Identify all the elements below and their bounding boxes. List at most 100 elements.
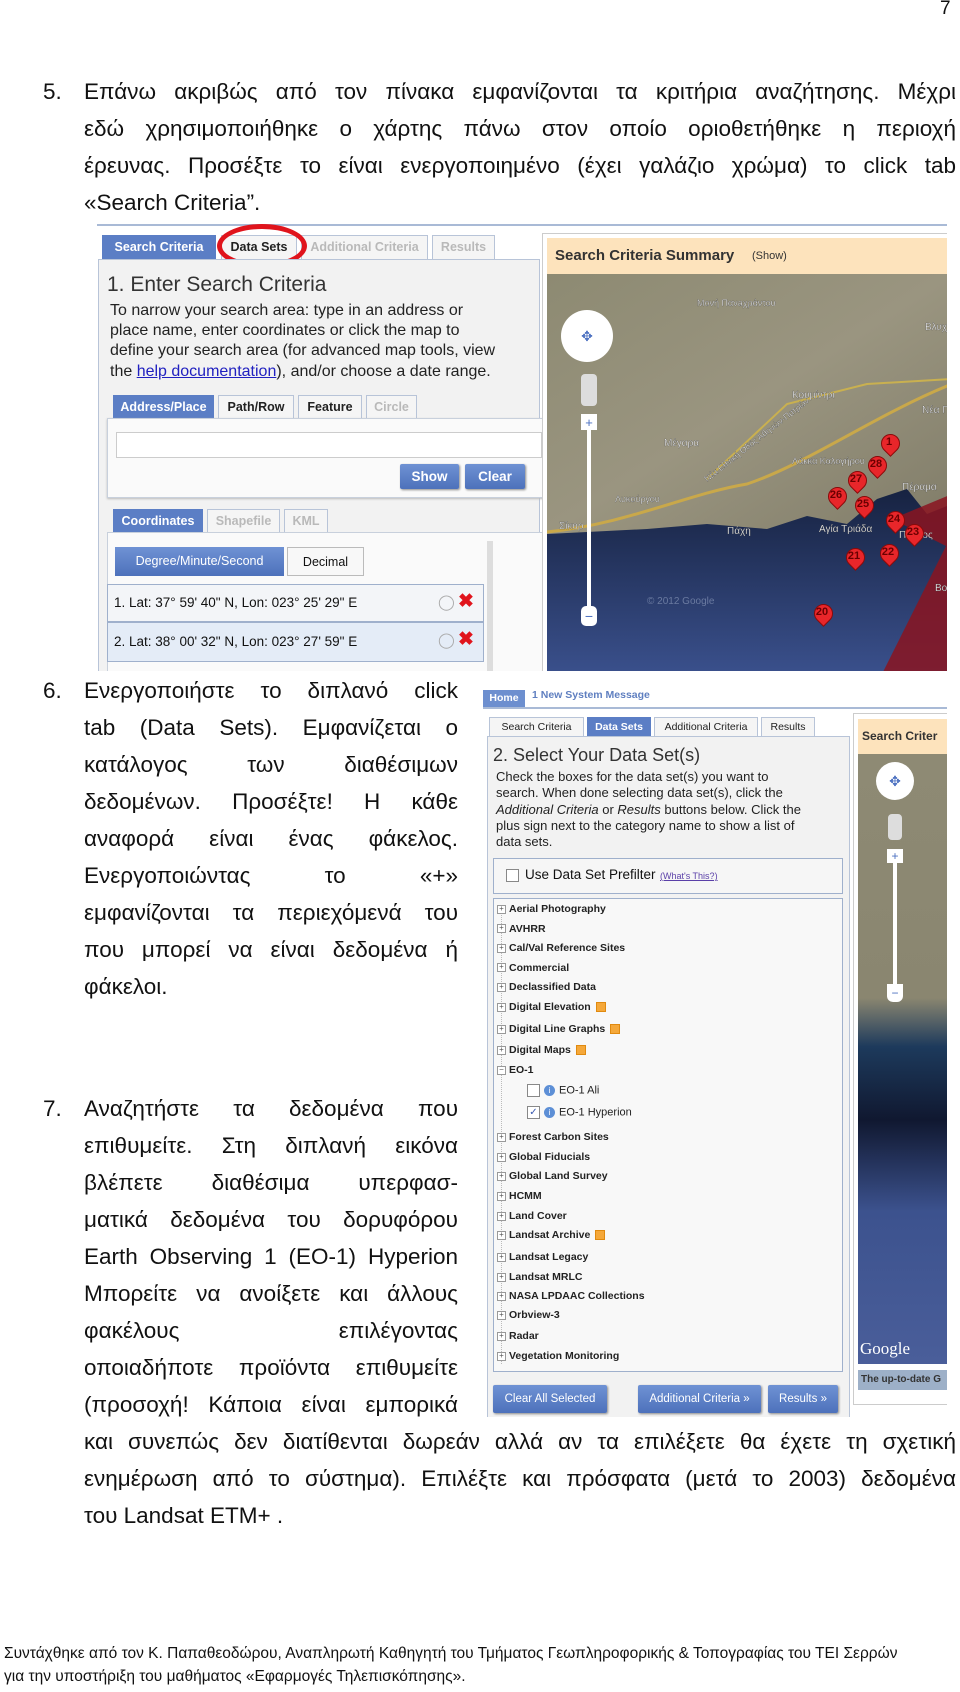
expand-icon[interactable]: +	[497, 1291, 506, 1301]
tree-category[interactable]: + HCMM	[497, 1190, 542, 1202]
tab-data-sets[interactable]: Data Sets	[587, 717, 651, 737]
tree-category[interactable]: + Declassified Data	[497, 981, 596, 993]
tab-coordinates[interactable]: Coordinates	[113, 509, 203, 533]
expand-icon[interactable]: +	[497, 963, 506, 973]
address-input[interactable]	[116, 432, 542, 458]
expand-icon[interactable]: +	[497, 1132, 506, 1142]
tree-category[interactable]: + Global Land Survey	[497, 1170, 608, 1182]
expand-icon[interactable]: +	[497, 1045, 506, 1055]
pegman-icon[interactable]	[888, 814, 902, 840]
panel-heading: 1. Enter Search Criteria	[107, 273, 327, 296]
minus-glyph: −	[585, 608, 593, 624]
satellite-map[interactable]: ✥ + − Google	[858, 754, 947, 1364]
results-button[interactable]: Results »	[768, 1385, 838, 1413]
tab-additional-criteria[interactable]: Additional Criteria	[301, 235, 428, 260]
map-marker-label: 22	[881, 546, 895, 558]
tab-search-criteria[interactable]: Search Criteria	[102, 235, 216, 260]
text-line: Επάνω ακριβώς από τον πίνακα εμφανίζοντα…	[84, 79, 956, 104]
dataset-checkbox[interactable]	[527, 1084, 540, 1097]
prefilter-checkbox[interactable]	[506, 869, 519, 882]
subtab-path-row[interactable]: Path/Row	[218, 395, 294, 419]
expand-icon[interactable]: +	[497, 1252, 506, 1262]
tab-additional-criteria[interactable]: Additional Criteria	[654, 717, 758, 737]
decimal-button[interactable]: Decimal	[287, 547, 364, 576]
map-panel: Search Criteria Summary (Show) ✥ + − Μον…	[542, 233, 947, 671]
expand-icon[interactable]: +	[497, 904, 506, 914]
tree-category[interactable]: + Digital Elevation	[497, 1001, 606, 1013]
pegman-icon[interactable]	[581, 374, 597, 406]
text-line: (προσοχή! Κάποια είναι εμπορικά	[84, 1392, 458, 1417]
expand-icon[interactable]: +	[497, 1191, 506, 1201]
expand-icon[interactable]: +	[497, 1024, 506, 1034]
expand-icon[interactable]: +	[497, 1272, 506, 1282]
subtab-circle[interactable]: Circle	[366, 395, 417, 419]
expand-icon[interactable]: +	[497, 1351, 506, 1361]
help-documentation-link[interactable]: help documentation	[137, 363, 277, 380]
info-icon[interactable]: i	[544, 1085, 555, 1096]
show-button[interactable]: Show	[400, 464, 459, 489]
collapse-icon[interactable]: −	[497, 1065, 506, 1075]
expand-icon[interactable]: +	[497, 1211, 506, 1221]
tree-category[interactable]: + Landsat Legacy	[497, 1251, 588, 1263]
tree-category[interactable]: + Cal/Val Reference Sites	[497, 942, 625, 954]
zoom-slider[interactable]	[587, 424, 591, 614]
map-label-pachi: Πάχη	[727, 525, 751, 537]
whats-this-link[interactable]: (What's This?)	[660, 871, 718, 881]
zoom-slider[interactable]	[893, 854, 897, 994]
expand-icon[interactable]: +	[497, 982, 506, 992]
eraser-icon[interactable]: ◯	[438, 631, 455, 649]
tab-results[interactable]: Results	[761, 717, 815, 737]
scrollbar[interactable]	[487, 541, 493, 671]
tree-category[interactable]: + NASA LPDAAC Collections	[497, 1290, 645, 1302]
satellite-map[interactable]: ✥ + − Μονή Πανaχράντου Κουμίντρι Μέγαρα …	[547, 274, 947, 671]
text-line: Ενεργοποιήστε το διπλανό click	[84, 678, 458, 703]
tree-category-eo1[interactable]: − EO-1	[497, 1064, 534, 1076]
summary-show-link[interactable]: (Show)	[752, 250, 787, 262]
tree-category[interactable]: + Vegetation Monitoring	[497, 1350, 619, 1362]
expand-icon[interactable]: +	[497, 1331, 506, 1341]
tree-category[interactable]: + Landsat MRLC	[497, 1271, 583, 1283]
tree-category[interactable]: + Digital Maps	[497, 1044, 586, 1056]
delete-icon[interactable]: ✖	[458, 590, 474, 613]
expand-icon[interactable]: +	[497, 1002, 506, 1012]
dataset-item[interactable]: ✓ i EO-1 Hyperion	[527, 1106, 632, 1119]
expand-icon[interactable]: +	[497, 924, 506, 934]
eraser-icon[interactable]: ◯	[438, 593, 455, 611]
tree-category[interactable]: + Global Fiducials	[497, 1151, 590, 1163]
tree-category[interactable]: + Aerial Photography	[497, 903, 606, 915]
tab-search-criteria[interactable]: Search Criteria	[489, 717, 584, 737]
tree-category[interactable]: + AVHRR	[497, 923, 546, 935]
tree-category[interactable]: + Land Cover	[497, 1210, 567, 1222]
tab-shapefile[interactable]: Shapefile	[207, 509, 280, 533]
subtab-feature[interactable]: Feature	[298, 395, 362, 419]
delete-icon[interactable]: ✖	[458, 628, 474, 651]
expand-icon[interactable]: +	[497, 943, 506, 953]
tab-kml[interactable]: KML	[284, 509, 328, 533]
tree-category[interactable]: + Orbview-3	[497, 1309, 560, 1321]
clear-button[interactable]: Clear	[465, 464, 525, 489]
info-icon[interactable]: i	[544, 1107, 555, 1118]
degree-minute-second-button[interactable]: Degree/Minute/Second	[115, 547, 284, 576]
dataset-checkbox[interactable]: ✓	[527, 1106, 540, 1119]
summary-title: Search Criter	[862, 729, 938, 743]
zoom-out-icon[interactable]: −	[887, 984, 903, 1002]
additional-criteria-button[interactable]: Additional Criteria »	[638, 1385, 761, 1413]
map-banner: The up-to-date G	[858, 1370, 947, 1390]
tree-category[interactable]: + Digital Line Graphs	[497, 1023, 621, 1035]
system-message-link[interactable]: 1 New System Message	[532, 689, 650, 701]
tree-category[interactable]: + Forest Carbon Sites	[497, 1131, 609, 1143]
expand-icon[interactable]: +	[497, 1152, 506, 1162]
pan-control[interactable]: ✥	[876, 762, 914, 800]
subtab-address-place[interactable]: Address/Place	[113, 395, 214, 419]
instructions: Check the boxes for the data set(s) you …	[496, 769, 801, 850]
tree-category[interactable]: + Radar	[497, 1330, 539, 1342]
dataset-item[interactable]: i EO-1 Ali	[527, 1084, 599, 1097]
tab-results[interactable]: Results	[432, 235, 495, 260]
clear-all-selected-button[interactable]: Clear All Selected	[493, 1385, 607, 1413]
tree-category[interactable]: + Landsat Archive	[497, 1229, 606, 1241]
zoom-in-icon[interactable]: +	[887, 849, 903, 863]
tree-category[interactable]: + Commercial	[497, 962, 569, 974]
expand-icon[interactable]: +	[497, 1310, 506, 1320]
expand-icon[interactable]: +	[497, 1230, 506, 1240]
expand-icon[interactable]: +	[497, 1171, 506, 1181]
